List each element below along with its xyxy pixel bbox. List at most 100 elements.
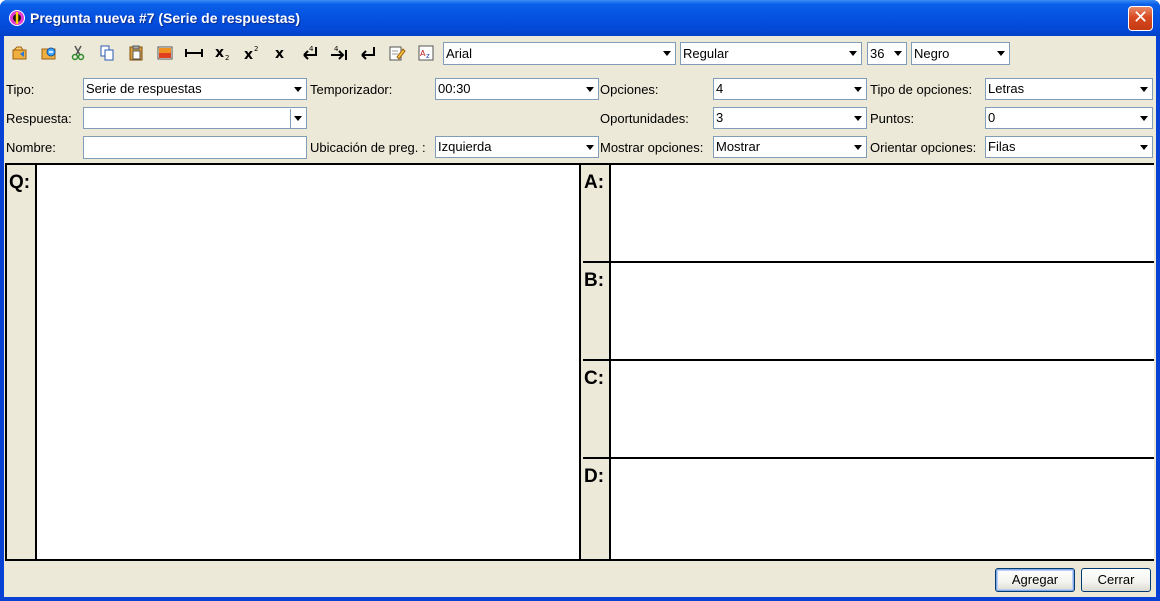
chevron-down-icon[interactable] [845, 44, 860, 63]
edit-icon[interactable] [386, 42, 408, 64]
question-label: Q: [9, 172, 31, 193]
oportunidades-label: Oportunidades: [600, 111, 689, 126]
opciones-label: Opciones: [600, 82, 659, 97]
orientar-select[interactable]: Filas [985, 136, 1153, 158]
option-d-editor[interactable] [609, 459, 1154, 559]
enter-icon[interactable]: 4 [299, 42, 321, 64]
superscript-icon[interactable]: x2 [241, 42, 263, 64]
ubicacion-label: Ubicación de preg. : [310, 140, 426, 155]
tipo-value: Serie de respuestas [86, 81, 202, 96]
orientar-label: Orientar opciones: [870, 140, 977, 155]
font-size-value: 36 [870, 46, 885, 61]
chevron-down-icon[interactable] [890, 44, 905, 63]
question-text-editor[interactable] [35, 165, 579, 559]
ubicacion-value: Izquierda [438, 139, 492, 154]
font-style-select[interactable]: Regular [680, 42, 862, 65]
nombre-input[interactable] [83, 136, 307, 159]
line-icon[interactable] [183, 42, 205, 64]
import-icon[interactable] [38, 42, 60, 64]
oportunidades-select[interactable]: 3 [713, 107, 867, 129]
sort-icon[interactable]: Az [415, 42, 437, 64]
option-b-label: B: [584, 270, 605, 291]
svg-text:2: 2 [254, 45, 258, 53]
close-button[interactable]: Cerrar [1081, 568, 1151, 592]
font-style-value: Regular [683, 46, 729, 61]
mostrar-value: Mostrar [716, 139, 761, 154]
font-family-value: Arial [446, 46, 473, 61]
add-button[interactable]: Agregar [995, 568, 1075, 592]
svg-text:x: x [215, 45, 224, 61]
chevron-down-icon[interactable] [290, 109, 305, 128]
mostrar-select[interactable]: Mostrar [713, 136, 867, 158]
subscript-icon[interactable]: x2 [212, 42, 234, 64]
formatting-toolbar: x2 x2 x 4 4 Az Arial Regular 36 Negro [4, 36, 1156, 70]
option-a-label: A: [584, 172, 605, 193]
open-icon[interactable] [9, 42, 31, 64]
chevron-down-icon[interactable] [582, 138, 597, 157]
remove-format-icon[interactable]: x [270, 42, 292, 64]
nombre-label: Nombre: [6, 140, 56, 155]
respuesta-label: Respuesta: [6, 111, 72, 126]
font-color-value: Negro [914, 46, 950, 61]
chevron-down-icon[interactable] [1136, 138, 1151, 157]
font-size-select[interactable]: 36 [867, 42, 907, 65]
question-editor-area: Q: A: B: C: D: [5, 163, 1154, 561]
temporizador-value: 00:30 [438, 81, 471, 96]
oportunidades-value: 3 [716, 110, 724, 125]
option-b-panel: B: [583, 263, 1154, 361]
puntos-select[interactable]: 0 [985, 107, 1153, 129]
image-icon[interactable] [154, 42, 176, 64]
font-family-select[interactable]: Arial [443, 42, 676, 65]
option-d-label: D: [584, 466, 605, 487]
svg-text:4: 4 [309, 45, 314, 53]
chevron-down-icon[interactable] [582, 80, 597, 99]
copy-icon[interactable] [96, 42, 118, 64]
tab-icon[interactable]: 4 [328, 42, 350, 64]
orientar-value: Filas [988, 139, 1016, 154]
option-c-editor[interactable] [609, 361, 1154, 457]
option-a-editor[interactable] [609, 165, 1154, 261]
temporizador-select[interactable]: 00:30 [435, 78, 599, 100]
option-a-panel: A: [583, 165, 1154, 263]
opciones-value: 4 [716, 81, 724, 96]
return-icon[interactable] [357, 42, 379, 64]
chevron-down-icon[interactable] [850, 109, 865, 128]
chevron-down-icon[interactable] [659, 44, 674, 63]
svg-text:2: 2 [225, 54, 229, 62]
chevron-down-icon[interactable] [850, 80, 865, 99]
respuesta-value[interactable] [86, 108, 288, 128]
option-b-editor[interactable] [609, 263, 1154, 359]
puntos-label: Puntos: [870, 111, 915, 126]
ubicacion-select[interactable]: Izquierda [435, 136, 599, 158]
option-c-label: C: [584, 368, 605, 389]
window-title: Pregunta nueva #7 (Serie de respuestas) [30, 10, 300, 26]
puntos-value: 0 [988, 110, 996, 125]
svg-text:4: 4 [334, 45, 339, 53]
tipo-select[interactable]: Serie de respuestas [83, 78, 307, 100]
svg-text:x: x [244, 47, 253, 62]
svg-text:x: x [275, 46, 284, 62]
app-logo-icon [9, 10, 25, 26]
tipo-opciones-label: Tipo de opciones: [870, 82, 973, 97]
chevron-down-icon[interactable] [850, 138, 865, 157]
tipo-opciones-select[interactable]: Letras [985, 78, 1153, 100]
paste-icon[interactable] [125, 42, 147, 64]
chevron-down-icon[interactable] [1136, 109, 1151, 128]
respuesta-select[interactable] [83, 107, 307, 129]
cut-icon[interactable] [67, 42, 89, 64]
question-panel: Q: [7, 165, 581, 559]
chevron-down-icon[interactable] [290, 80, 305, 99]
option-d-panel: D: [583, 459, 1154, 559]
chevron-down-icon[interactable] [993, 44, 1008, 63]
chevron-down-icon[interactable] [1136, 80, 1151, 99]
close-window-button[interactable]: ✕ [1128, 6, 1153, 31]
title-bar[interactable]: Pregunta nueva #7 (Serie de respuestas) … [0, 0, 1160, 36]
opciones-select[interactable]: 4 [713, 78, 867, 100]
dialog-body: x2 x2 x 4 4 Az Arial Regular 36 Negro Ti… [4, 36, 1156, 597]
font-color-select[interactable]: Negro [911, 42, 1010, 65]
option-c-panel: C: [583, 361, 1154, 459]
mostrar-label: Mostrar opciones: [600, 140, 704, 155]
dialog-window: Pregunta nueva #7 (Serie de respuestas) … [0, 0, 1160, 601]
svg-text:z: z [426, 52, 430, 60]
tipo-opciones-value: Letras [988, 81, 1025, 96]
